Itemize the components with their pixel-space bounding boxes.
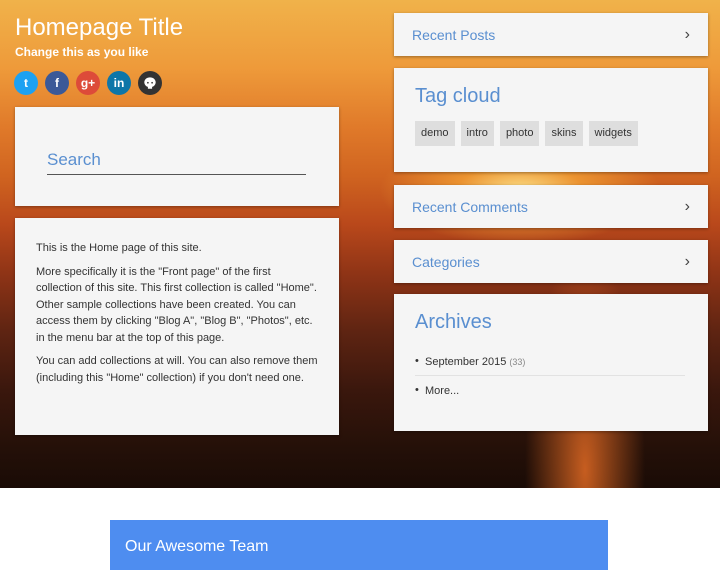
tag-cloud-panel: Tag cloud demo intro photo skins widgets — [394, 68, 708, 172]
site-title[interactable]: Homepage Title — [15, 14, 183, 42]
archives-more-link[interactable]: More... — [425, 385, 459, 397]
list-item[interactable]: September 2015 (33) — [415, 350, 685, 376]
intro-paragraph-1: This is the Home page of this site. — [36, 242, 202, 254]
intro-paragraph-2: More specifically it is the "Front page"… — [36, 265, 317, 344]
linkedin-icon[interactable]: in — [107, 71, 131, 95]
hero-banner: Homepage Title Change this as you like t… — [0, 0, 720, 488]
tag-list: demo intro photo skins widgets — [415, 121, 708, 146]
archive-count: (33) — [509, 357, 526, 367]
archives-list: September 2015 (33) More... — [415, 350, 685, 404]
team-title: Our Awesome Team — [125, 538, 269, 555]
intro-paragraph-3: You can add collections at will. You can… — [36, 355, 318, 384]
tag-demo[interactable]: demo — [415, 121, 455, 146]
tag-skins[interactable]: skins — [545, 121, 583, 146]
facebook-icon[interactable]: f — [45, 71, 69, 95]
search-input[interactable] — [47, 145, 306, 175]
google-plus-icon[interactable]: g+ — [76, 71, 100, 95]
tag-widgets[interactable]: widgets — [588, 121, 638, 146]
tag-cloud-title: Tag cloud — [415, 85, 501, 107]
tag-photo[interactable]: photo — [499, 121, 540, 146]
tag-intro[interactable]: intro — [460, 121, 494, 146]
social-links: t f g+ in — [14, 71, 162, 95]
recent-comments-panel[interactable]: Recent Comments › — [394, 185, 708, 228]
list-item[interactable]: More... — [415, 376, 685, 404]
site-subtitle: Change this as you like — [15, 45, 149, 59]
search-card — [15, 107, 339, 206]
recent-comments-label: Recent Comments — [412, 198, 528, 215]
recent-posts-panel[interactable]: Recent Posts › — [394, 13, 708, 56]
categories-panel[interactable]: Categories › — [394, 240, 708, 283]
chevron-right-icon: › — [684, 25, 690, 43]
chevron-right-icon: › — [684, 197, 690, 215]
archives-panel: Archives September 2015 (33) More... — [394, 294, 708, 431]
chevron-right-icon: › — [684, 252, 690, 270]
twitter-icon[interactable]: t — [14, 71, 38, 95]
archives-title: Archives — [415, 311, 492, 333]
intro-card: This is the Home page of this site. More… — [15, 218, 339, 435]
github-icon[interactable] — [138, 71, 162, 95]
recent-posts-label: Recent Posts — [412, 26, 496, 43]
team-section-header: Our Awesome Team — [110, 520, 608, 570]
archive-month-link[interactable]: September 2015 — [425, 356, 506, 368]
categories-label: Categories — [412, 253, 480, 270]
